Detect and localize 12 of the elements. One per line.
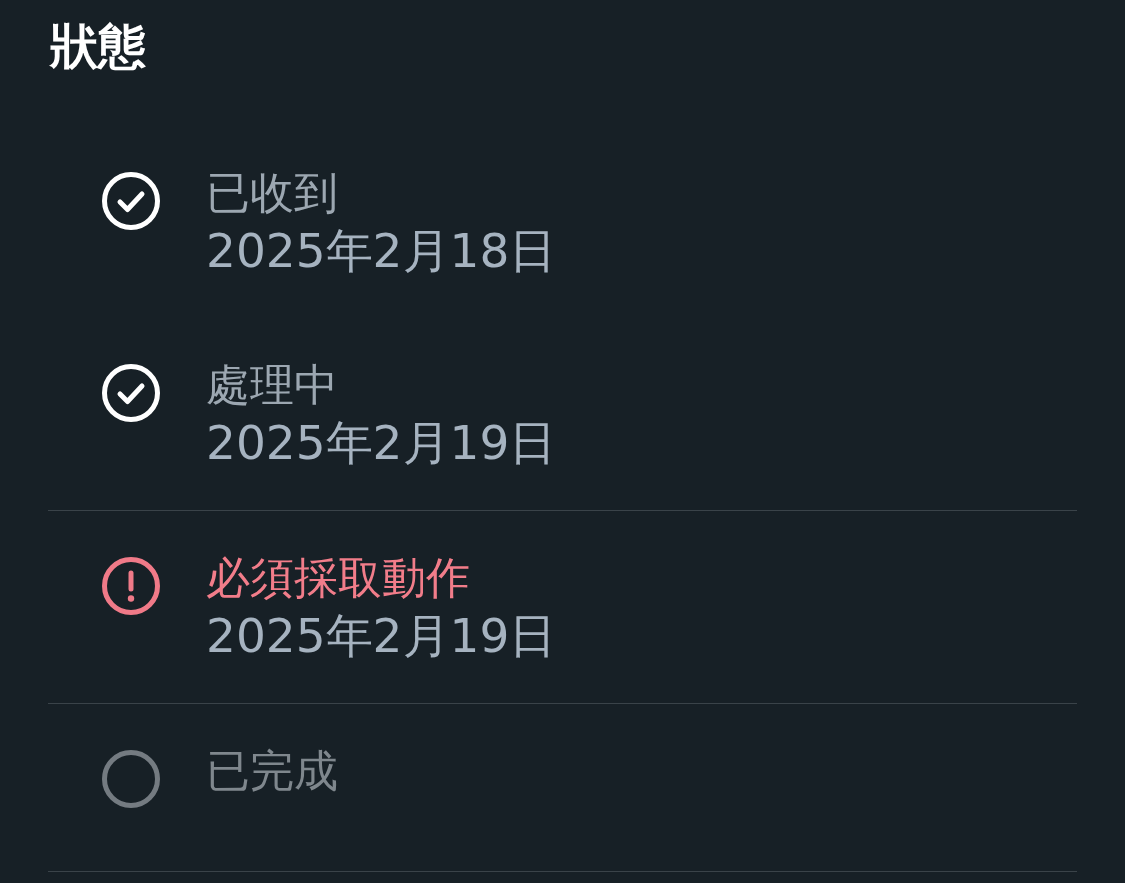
step-date: 2025年2月19日 <box>206 607 557 665</box>
step-date: 2025年2月18日 <box>206 222 557 280</box>
exclamation-circle-icon <box>102 557 160 615</box>
step-label: 必須採取動作 <box>206 551 471 605</box>
step-label: 已完成 <box>206 744 338 798</box>
section-title: 狀態 <box>50 17 146 76</box>
check-circle-icon <box>102 364 160 422</box>
check-circle-icon <box>102 172 160 230</box>
empty-circle-icon <box>102 750 160 808</box>
step-label: 處理中 <box>206 358 339 412</box>
step-date: 2025年2月19日 <box>206 414 557 472</box>
step-label: 已收到 <box>206 166 339 220</box>
